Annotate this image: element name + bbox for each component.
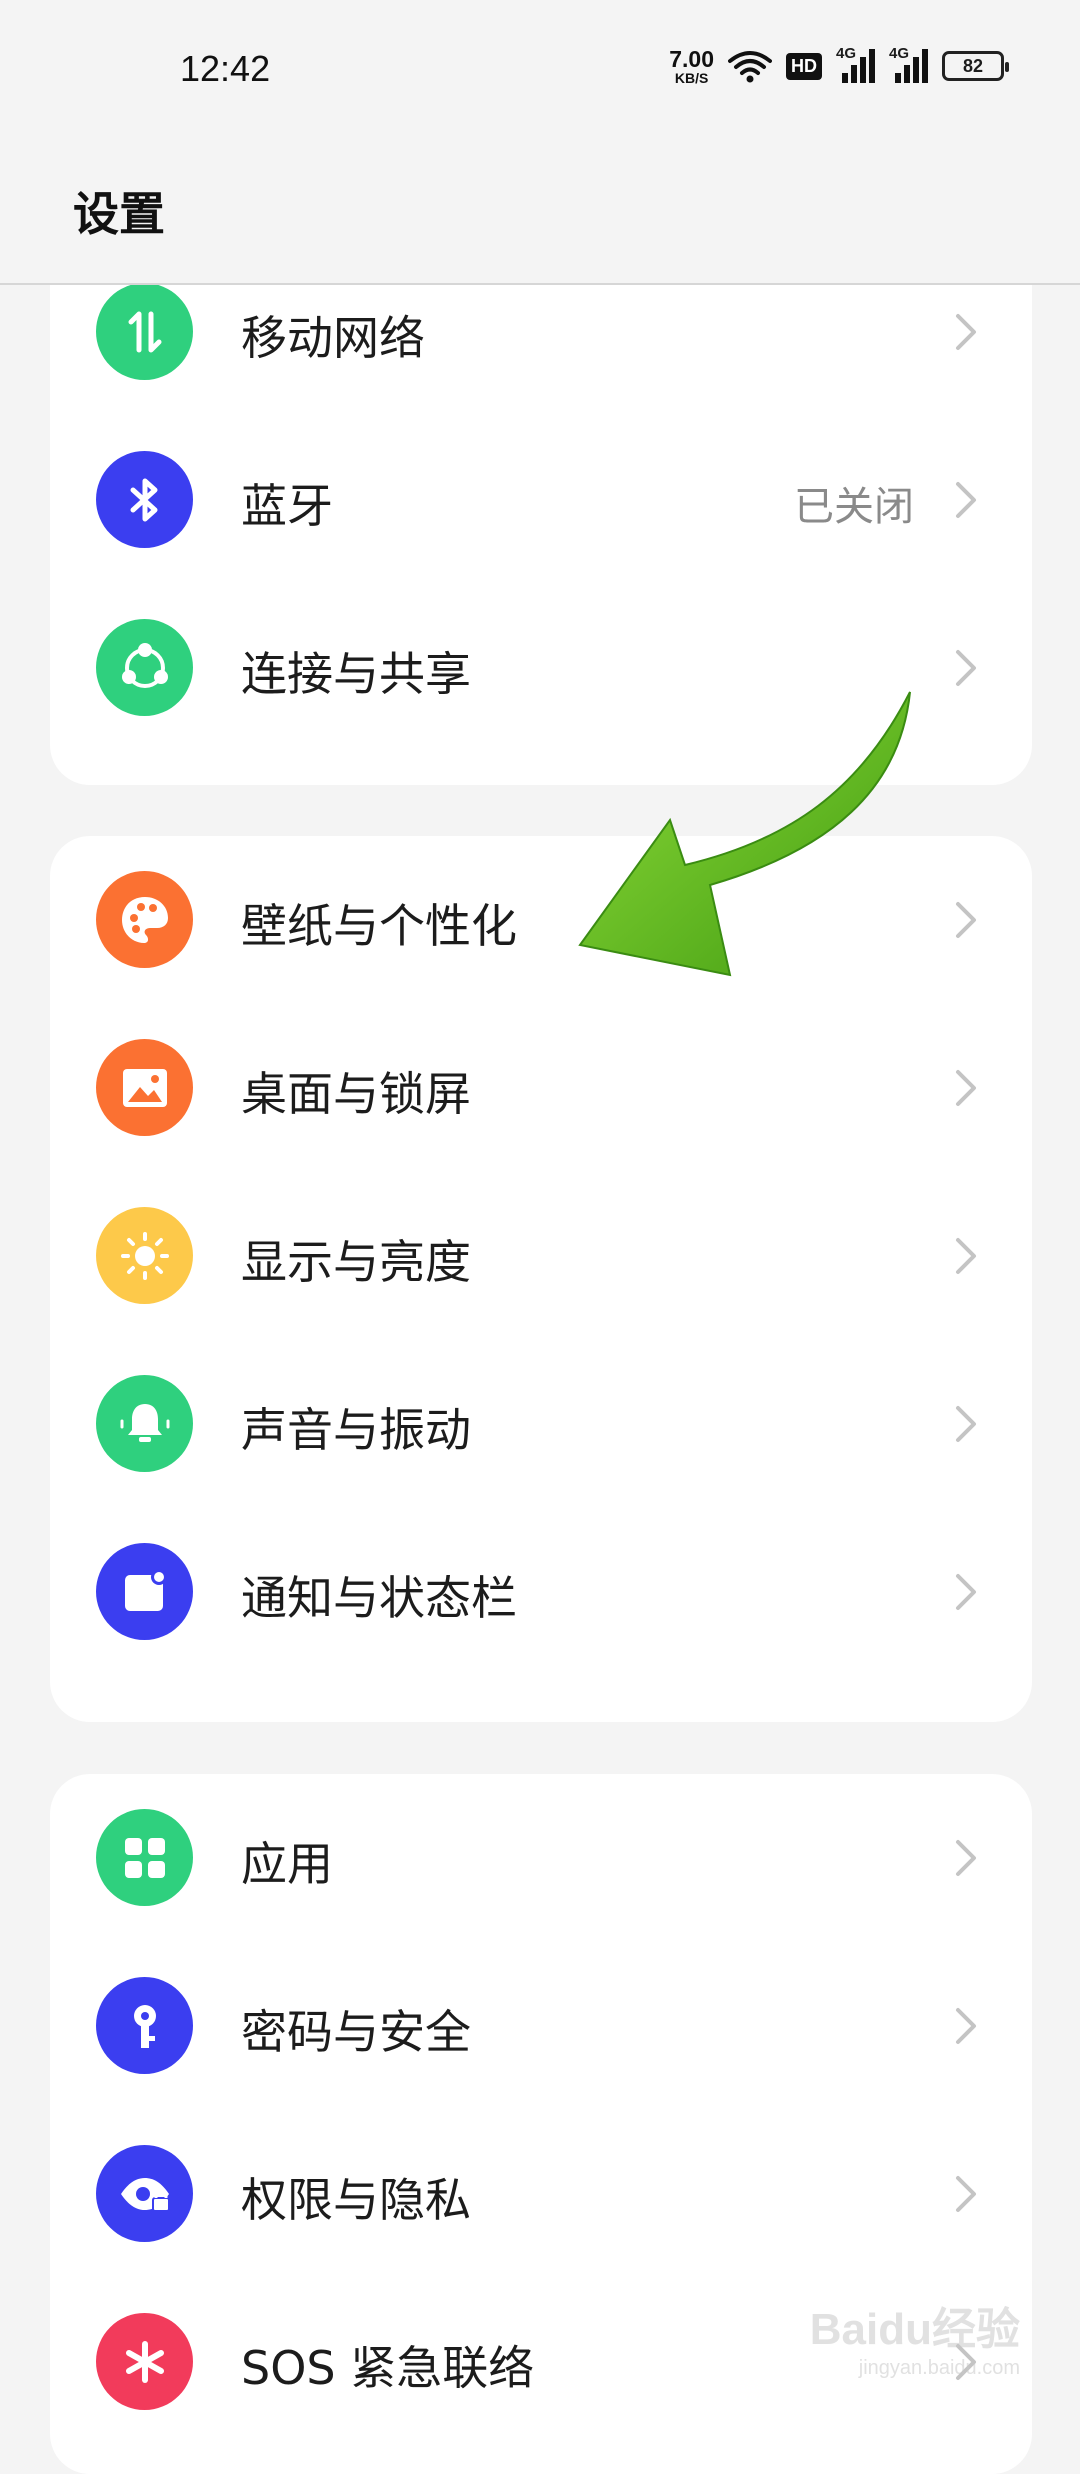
chevron-right-icon [944,898,988,942]
hd-voice-icon: HD [786,53,822,80]
bluetooth-icon [96,451,193,548]
settings-group-personalization: 壁纸与个性化 桌面与锁屏 显示与亮度 [50,836,1032,1722]
signal-label: 4G [836,45,856,62]
privacy-eye-icon [96,2145,193,2242]
signal-icon: 4G [889,49,928,83]
chevron-right-icon [944,1570,988,1614]
settings-item-permissions-privacy[interactable]: 权限与隐私 [50,2110,1032,2278]
settings-item-label: 移动网络 [241,302,425,368]
notification-icon [96,1543,193,1640]
settings-item-label: 声音与振动 [241,1394,471,1460]
page-title: 设置 [73,178,165,244]
watermark: Baidu经验 jingyan.baidu.com [810,2293,1020,2380]
bell-icon [96,1375,193,1472]
chevron-right-icon [944,646,988,690]
network-speed: 7.00 KB/S [669,48,714,85]
settings-item-label: 权限与隐私 [241,2164,471,2230]
settings-item-bluetooth[interactable]: 蓝牙 已关闭 [50,416,1032,584]
chevron-right-icon [944,2004,988,2048]
settings-item-label: 壁纸与个性化 [241,890,517,956]
settings-item-label: 蓝牙 [241,470,333,536]
image-icon [96,1039,193,1136]
network-speed-unit: KB/S [675,71,708,85]
key-icon [96,1977,193,2074]
settings-item-wallpaper[interactable]: 壁纸与个性化 [50,836,1032,1004]
status-icons: 7.00 KB/S HD 4G 4G 82 [669,44,1004,88]
settings-item-label: 密码与安全 [241,1996,471,2062]
settings-group-connectivity: 移动网络 蓝牙 已关闭 连接与共享 [50,240,1032,785]
chevron-right-icon [944,1234,988,1278]
settings-item-password-security[interactable]: 密码与安全 [50,1942,1032,2110]
battery-level: 82 [963,56,983,77]
settings-item-label: 显示与亮度 [241,1226,471,1292]
settings-item-apps[interactable]: 应用 [50,1774,1032,1942]
network-speed-value: 7.00 [669,48,714,71]
settings-item-connection-sharing[interactable]: 连接与共享 [50,584,1032,752]
settings-item-label: 通知与状态栏 [241,1562,517,1628]
chevron-right-icon [944,1066,988,1110]
sos-icon [96,2313,193,2410]
settings-item-label: 连接与共享 [241,638,471,704]
apps-icon [96,1809,193,1906]
battery-icon: 82 [942,51,1004,81]
bluetooth-status: 已关闭 [794,474,914,532]
settings-item-label: 桌面与锁屏 [241,1058,471,1124]
chevron-right-icon [944,478,988,522]
watermark-logo: Baidu经验 [810,2293,1020,2357]
chevron-right-icon [944,1836,988,1880]
signal-icon: 4G [836,49,875,83]
chevron-right-icon [944,1402,988,1446]
signal-label: 4G [889,45,909,62]
status-bar: 12:42 7.00 KB/S HD 4G 4G 82 [0,0,1080,140]
clock: 12:42 [180,48,270,90]
settings-item-display-brightness[interactable]: 显示与亮度 [50,1172,1032,1340]
mobile-data-icon [96,283,193,380]
app-header: 设置 [0,140,1080,285]
brightness-icon [96,1207,193,1304]
chevron-right-icon [944,310,988,354]
share-icon [96,619,193,716]
settings-item-sound-vibration[interactable]: 声音与振动 [50,1340,1032,1508]
palette-icon [96,871,193,968]
settings-item-home-lock-screen[interactable]: 桌面与锁屏 [50,1004,1032,1172]
settings-item-label: SOS 紧急联络 [241,2332,534,2398]
watermark-url: jingyan.baidu.com [859,2357,1020,2380]
settings-item-notification-status-bar[interactable]: 通知与状态栏 [50,1508,1032,1676]
wifi-icon [728,49,772,83]
chevron-right-icon [944,2172,988,2216]
settings-item-label: 应用 [241,1828,333,1894]
